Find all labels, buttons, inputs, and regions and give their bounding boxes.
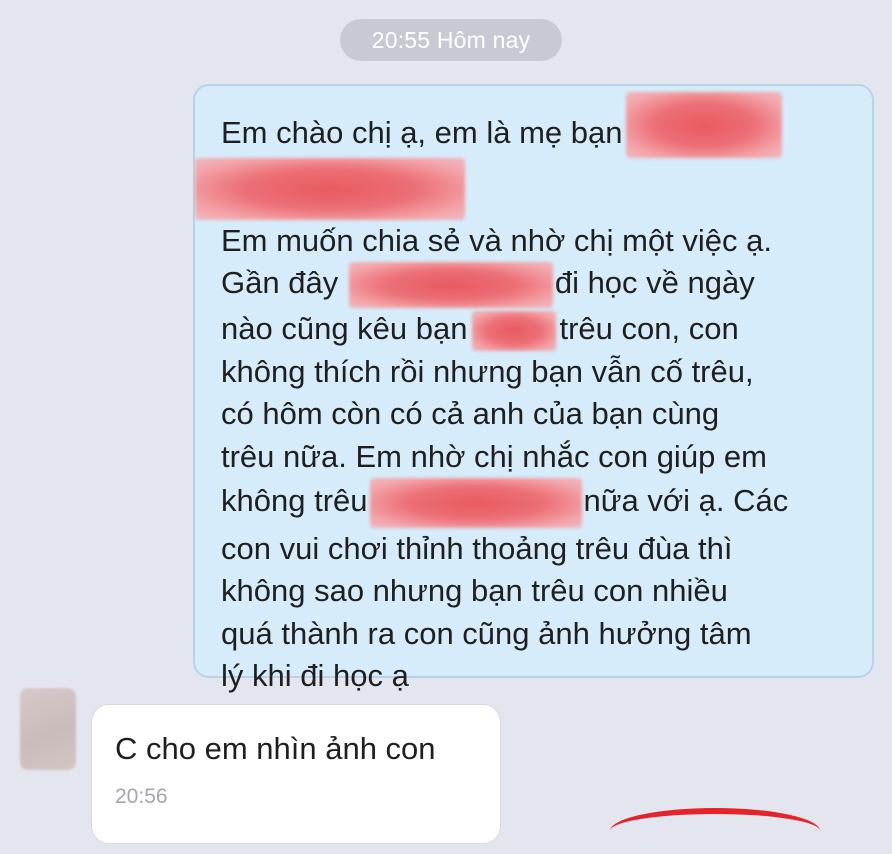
text-segment: Em chào chị ạ, em là mẹ bạn	[221, 115, 623, 151]
message-line: con vui chơi thỉnh thoảng trêu đùa thì	[221, 531, 733, 566]
text-segment: Gần đây	[221, 265, 339, 301]
redacted-name	[626, 92, 783, 158]
message-line	[195, 158, 861, 220]
received-message-bubble[interactable]: C cho em nhìn ảnh con 20:56	[91, 704, 501, 844]
message-line: quá thành ra con cũng ảnh hưởng tâm	[221, 615, 752, 651]
redacted-name	[348, 262, 553, 309]
redacted-name	[195, 158, 465, 220]
redacted-name	[471, 311, 556, 352]
message-line: trêu nữa. Em nhờ chị nhắc con giúp em	[221, 438, 767, 474]
redacted-name	[369, 478, 582, 528]
message-line: không trêu nữa với ạ. Các	[221, 478, 861, 528]
avatar[interactable]	[20, 688, 76, 770]
message-line: Em muốn chia sẻ và nhờ chị một việc ạ.	[221, 223, 773, 258]
sent-message-bubble[interactable]: Em chào chị ạ, em là mẹ bạn Em muốn chia…	[193, 84, 874, 693]
text-segment: không trêu	[221, 483, 368, 519]
red-annotation-mark	[610, 808, 820, 854]
message-line: Em chào chị ạ, em là mẹ bạn	[221, 92, 861, 158]
message-line: lý khi đi học ạ	[221, 657, 409, 693]
received-message-text: C cho em nhìn ảnh con	[115, 731, 436, 766]
sent-message-text: Em chào chị ạ, em là mẹ bạn Em muốn chia…	[195, 92, 861, 697]
message-line: có hôm còn có cả anh của bạn cùng	[221, 396, 720, 432]
message-line: nào cũng kêu bạn trêu con, con	[221, 308, 861, 352]
message-line: không thích rồi nhưng bạn vẫn cố trêu,	[221, 354, 754, 390]
message-line: không sao nhưng bạn trêu con nhiều	[221, 573, 728, 609]
text-segment: nào cũng kêu bạn	[221, 311, 468, 347]
text-segment: trêu con, con	[559, 311, 739, 347]
date-separator: 20:55 Hôm nay	[340, 19, 562, 61]
message-timestamp: 20:56	[115, 785, 168, 808]
text-segment: đi học về ngày	[554, 265, 755, 301]
message-line: Gần đây đi học về ngày	[221, 262, 861, 309]
text-segment: nữa với ạ. Các	[583, 483, 789, 519]
